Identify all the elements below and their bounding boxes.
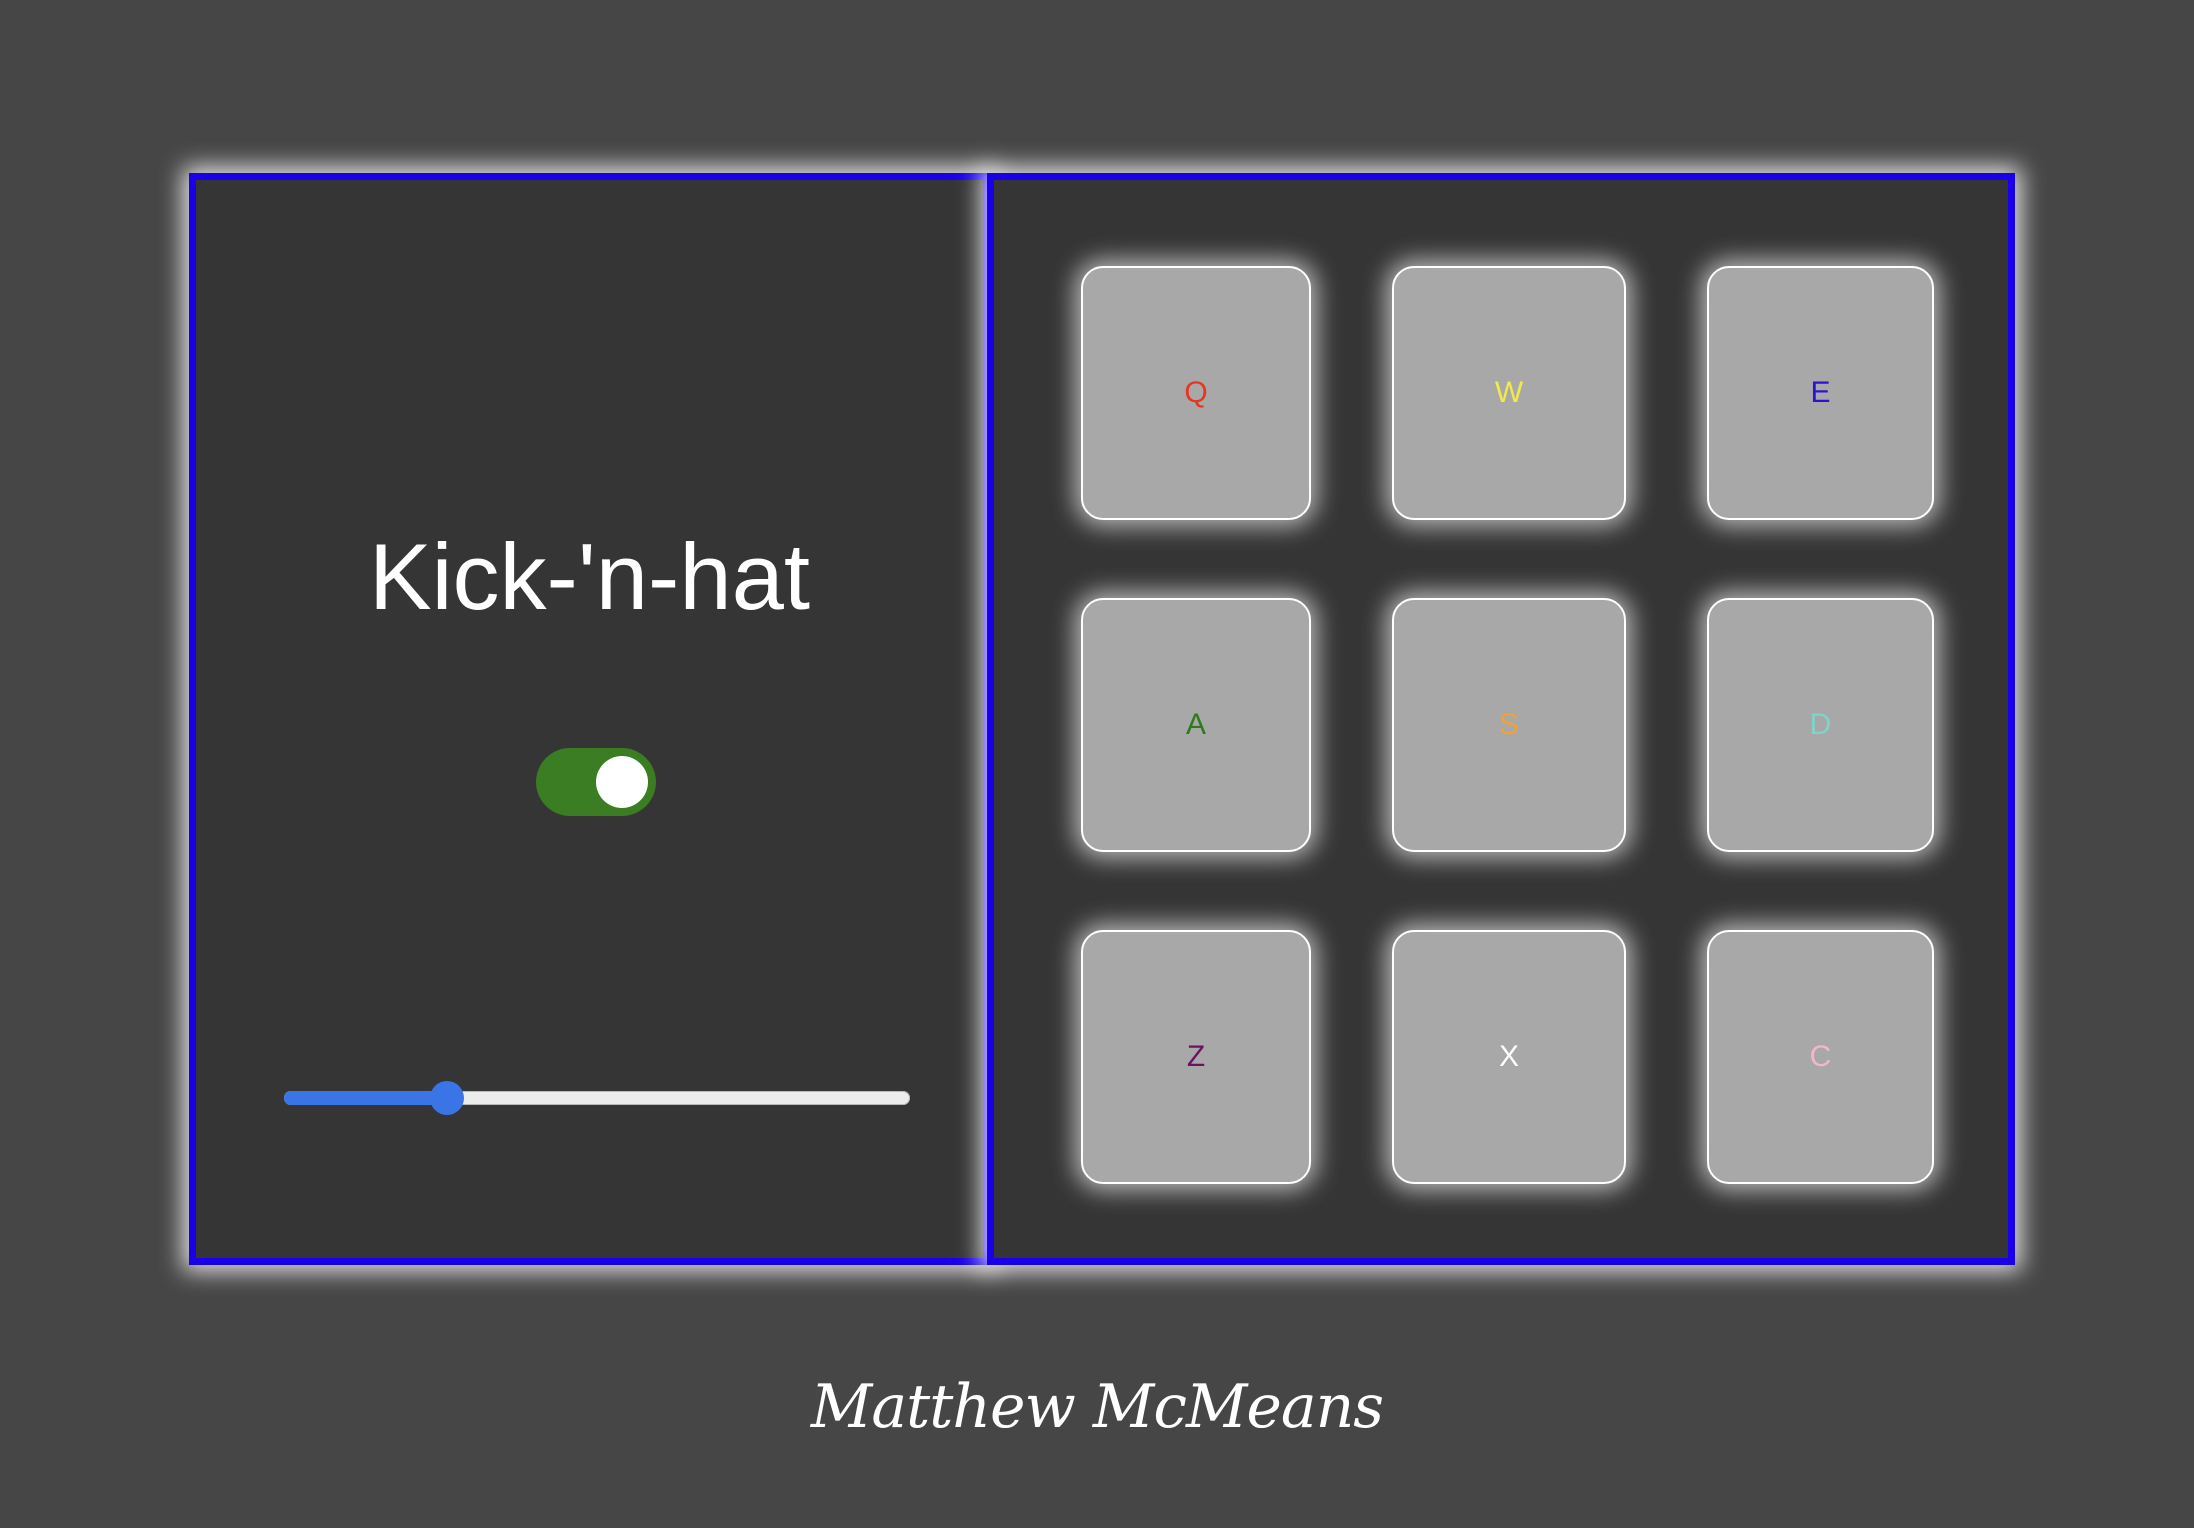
pad-x[interactable]: X [1392,930,1626,1184]
power-toggle[interactable] [536,748,656,816]
pad-label: Q [1184,376,1208,409]
toggle-knob[interactable] [596,756,648,808]
author-signature: Matthew McMeans [810,1372,1384,1442]
pad-w[interactable]: W [1392,266,1626,520]
pad-e[interactable]: E [1707,266,1934,520]
pad-grid-panel: Q W E A S D Z X C [987,173,2015,1265]
drum-machine: Kick-'n-hat Q W E A S D Z X C [189,173,2015,1265]
pad-label: X [1498,1040,1519,1073]
pad-label: D [1809,708,1832,741]
pad-label: E [1810,376,1831,409]
pad-label: A [1185,708,1206,741]
slider-thumb[interactable] [429,1081,464,1115]
pad-a[interactable]: A [1081,598,1311,852]
volume-slider[interactable] [284,1080,910,1115]
pad-c[interactable]: C [1707,930,1934,1184]
pad-z[interactable]: Z [1081,930,1311,1184]
pad-label: W [1494,376,1524,409]
pad-q[interactable]: Q [1081,266,1311,520]
pad-label: S [1498,708,1519,741]
control-panel: Kick-'n-hat [189,173,990,1265]
pad-s[interactable]: S [1392,598,1626,852]
slider-fill [284,1091,447,1105]
app-title: Kick-'n-hat [368,524,811,629]
pad-label: C [1809,1040,1832,1073]
pad-d[interactable]: D [1707,598,1934,852]
pad-label: Z [1186,1040,1206,1073]
